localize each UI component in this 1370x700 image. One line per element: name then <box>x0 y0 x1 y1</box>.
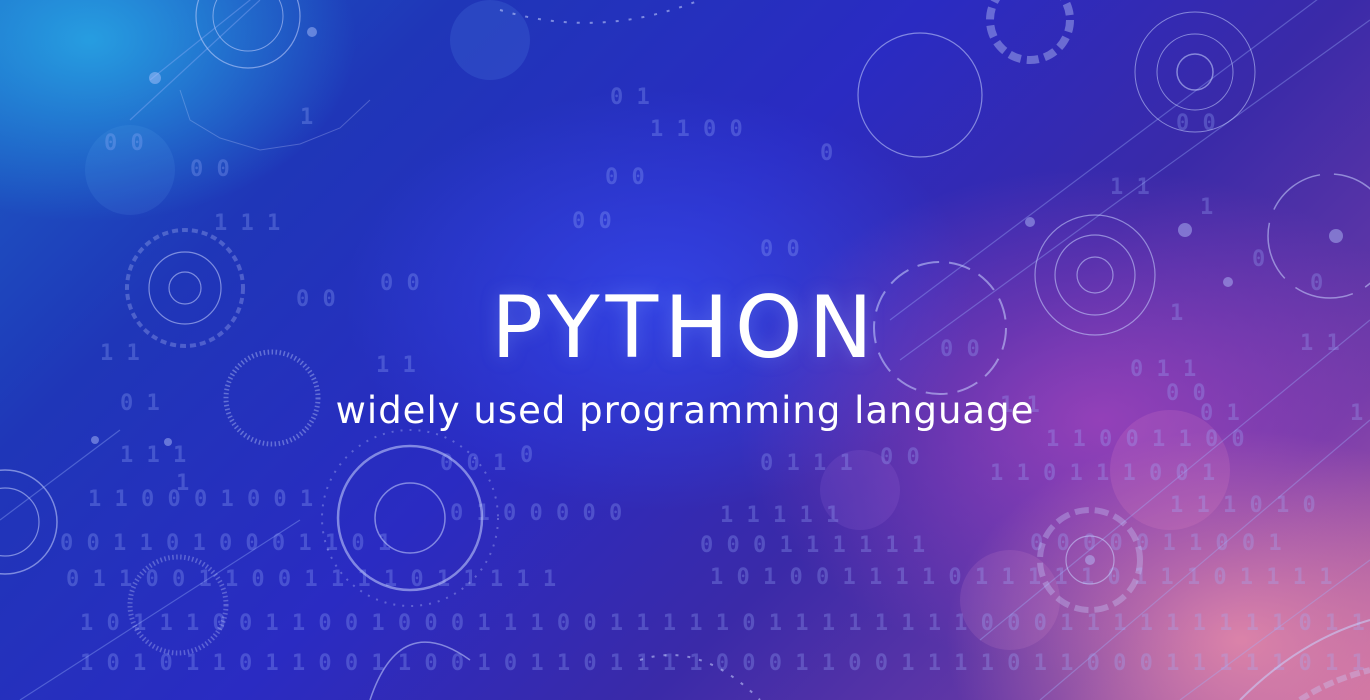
svg-text:0 0: 0 0 <box>104 131 144 156</box>
svg-text:0 1: 0 1 <box>610 85 650 110</box>
svg-text:0 1 1 0 0 1 1 0 0 1 1 1 1 0 1: 0 1 1 0 0 1 1 0 0 1 1 1 1 0 1 1 1 1 1 <box>66 567 556 592</box>
svg-text:0: 0 <box>520 443 533 468</box>
svg-text:1: 1 <box>1200 195 1213 220</box>
svg-text:1 1 0 1 1 1 0 0 1: 1 1 0 1 1 1 0 0 1 <box>990 461 1215 486</box>
svg-text:0 0 1: 0 0 1 <box>440 451 506 476</box>
svg-text:1 1 1 1 1: 1 1 1 1 1 <box>720 503 839 528</box>
svg-text:0 1 1 1: 0 1 1 1 <box>760 451 853 476</box>
svg-text:0: 0 <box>1252 247 1265 272</box>
banner-subtitle: widely used programming language <box>335 389 1035 432</box>
svg-text:1 1 1: 1 1 1 <box>214 211 280 236</box>
svg-text:0 0: 0 0 <box>760 237 800 262</box>
svg-text:0 0: 0 0 <box>190 157 230 182</box>
banner-title: PYTHON <box>491 278 879 378</box>
svg-text:0 1 0 0 0 0 0: 0 1 0 0 0 0 0 <box>450 501 622 526</box>
svg-text:1 0 1 1 1 0 0 1 1 0 0 1 0 0 0: 1 0 1 1 1 0 0 1 1 0 0 1 0 0 0 1 1 1 0 0 … <box>80 611 1370 636</box>
svg-text:1 1 0 0 0 1 0 0 1: 1 1 0 0 0 1 0 0 1 <box>88 487 313 512</box>
svg-text:1 1 1: 1 1 1 <box>120 443 186 468</box>
svg-text:1: 1 <box>300 105 313 130</box>
svg-text:1 0 1 0 0 1 1 1 1 0 1 1 1 1 1: 1 0 1 0 0 1 1 1 1 0 1 1 1 1 1 0 1 1 1 0 … <box>710 565 1333 590</box>
svg-text:1 1: 1 1 <box>1110 175 1150 200</box>
svg-text:0 0 0 1 1 1 1 1 1: 0 0 0 1 1 1 1 1 1 <box>700 533 925 558</box>
binary-digits: 0 0 1 0 0 0 1 1 1 0 0 0 0 0 0 1 1 1 0 0 … <box>60 85 1370 676</box>
svg-text:1 0 1 0 1 1 0 1 1 0 0 1 1 0 0: 1 0 1 0 1 1 0 1 1 0 0 1 1 0 0 1 0 1 1 0 … <box>80 651 1370 676</box>
svg-text:0: 0 <box>820 141 833 166</box>
svg-text:0 0: 0 0 <box>880 445 920 470</box>
svg-text:1 1 1 0 1 0: 1 1 1 0 1 0 <box>1170 493 1316 518</box>
svg-text:0 0: 0 0 <box>605 165 645 190</box>
svg-text:0 0: 0 0 <box>572 209 612 234</box>
python-banner: 0 0 1 0 0 0 1 1 1 0 0 0 0 0 0 1 1 1 0 0 … <box>0 0 1370 700</box>
svg-text:1 1 0 0: 1 1 0 0 <box>650 117 743 142</box>
